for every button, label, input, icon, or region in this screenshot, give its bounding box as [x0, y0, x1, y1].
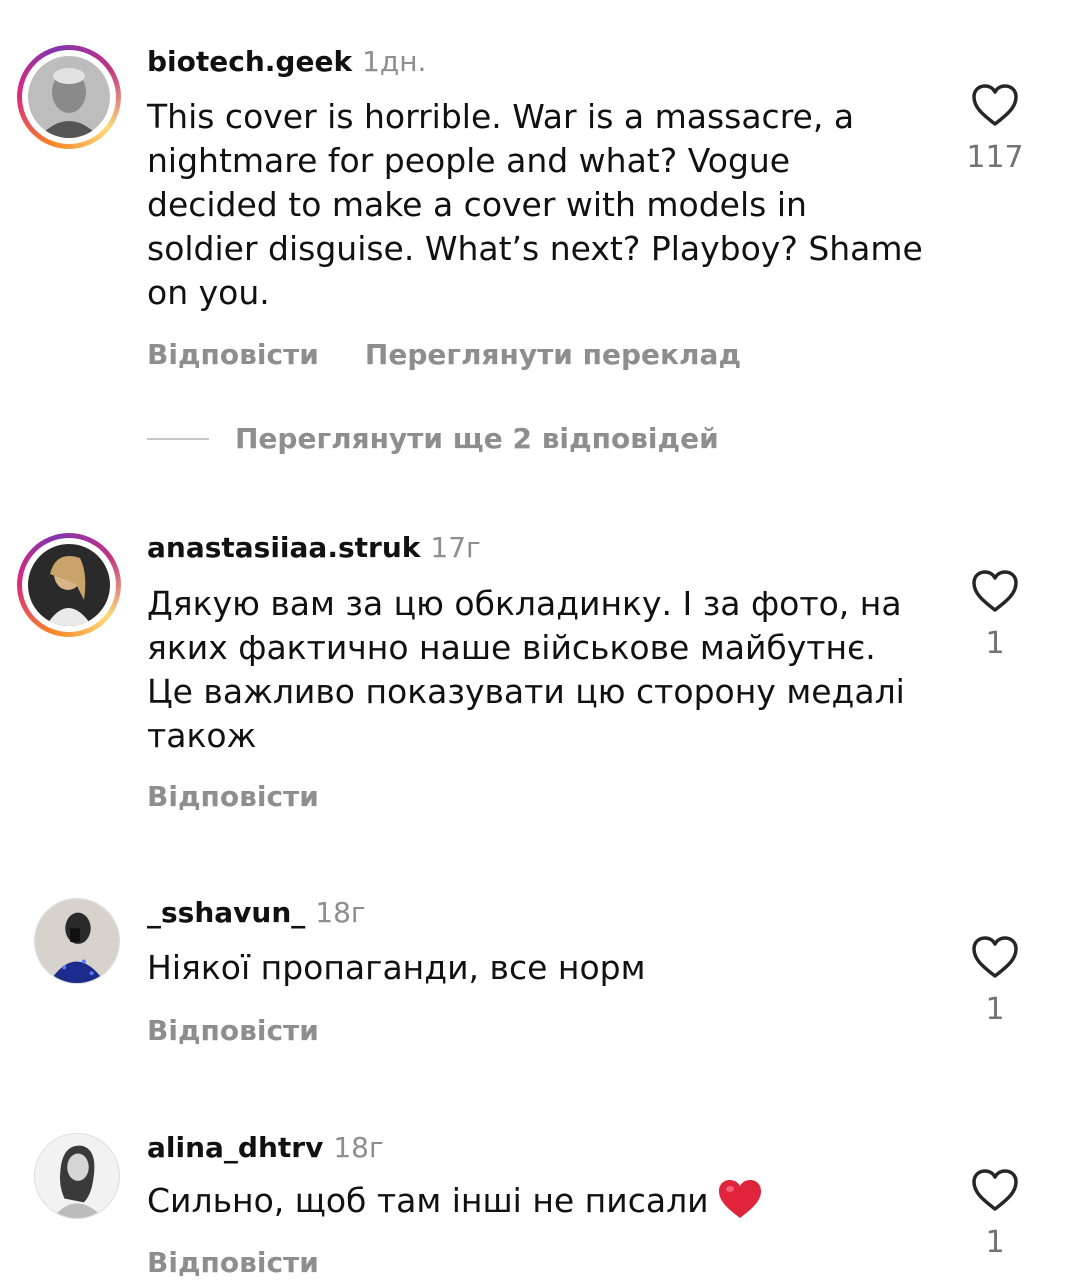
username[interactable]: biotech.geek: [147, 45, 352, 78]
like-count: 117: [966, 140, 1024, 175]
heart-outline-icon[interactable]: [965, 934, 1025, 980]
username[interactable]: anastasiiaa.struk: [147, 531, 420, 564]
comment-text: This cover is horrible. War is a massacr…: [147, 97, 923, 312]
timestamp: 18г: [315, 896, 366, 929]
like-control: 1: [965, 934, 1025, 1028]
reply-button[interactable]: Відповісти: [147, 1246, 319, 1279]
comment-text-content: Сильно, щоб там інші не писали: [147, 1181, 709, 1220]
comment-actions: Відповісти Переглянути переклад: [147, 338, 741, 372]
reply-button[interactable]: Відповісти: [147, 1014, 319, 1047]
comment-actions: Відповісти: [147, 1246, 319, 1280]
heart-outline-icon[interactable]: [965, 568, 1025, 614]
avatar[interactable]: [34, 1133, 120, 1219]
reply-button[interactable]: Відповісти: [147, 780, 319, 813]
comment-text: Дякую вам за цю обкладинку. І за фото, н…: [147, 584, 905, 755]
username[interactable]: alina_dhtrv: [147, 1131, 323, 1164]
comment-header: biotech.geek 1дн.: [147, 45, 426, 79]
like-count: 1: [985, 626, 1005, 661]
red-heart-emoji: [718, 1180, 761, 1218]
avatar-image: [28, 544, 110, 626]
comment-header: anastasiiaa.struk 17г: [147, 531, 481, 565]
avatar[interactable]: [17, 533, 121, 637]
like-count: 1: [985, 992, 1005, 1027]
like-control: 1: [965, 568, 1025, 662]
reply-button[interactable]: Відповісти: [147, 338, 319, 371]
like-control: 117: [965, 82, 1025, 176]
avatar[interactable]: [17, 45, 121, 149]
heart-outline-icon[interactable]: [965, 82, 1025, 128]
comment-header: alina_dhtrv 18г: [147, 1131, 384, 1165]
replies-divider: [147, 438, 209, 440]
comment-actions: Відповісти: [147, 780, 319, 814]
timestamp: 1дн.: [362, 45, 427, 78]
heart-outline-icon[interactable]: [965, 1167, 1025, 1213]
like-control: 1: [965, 1167, 1025, 1261]
see-translation-button[interactable]: Переглянути переклад: [365, 338, 741, 371]
comment-text: Сильно, щоб там інші не писали: [147, 1178, 927, 1223]
comment-text: Ніякої пропаганди, все норм: [147, 948, 646, 987]
username[interactable]: _sshavun_: [147, 896, 305, 929]
timestamp: 17г: [430, 531, 481, 564]
view-replies-label: Переглянути ще 2 відповідей: [235, 422, 719, 455]
avatar-image: [28, 56, 110, 138]
timestamp: 18г: [333, 1131, 384, 1164]
like-count: 1: [985, 1225, 1005, 1260]
avatar[interactable]: [34, 898, 120, 984]
comment-header: _sshavun_ 18г: [147, 896, 366, 930]
comment-actions: Відповісти: [147, 1014, 319, 1048]
view-replies-button[interactable]: Переглянути ще 2 відповідей: [147, 421, 719, 457]
